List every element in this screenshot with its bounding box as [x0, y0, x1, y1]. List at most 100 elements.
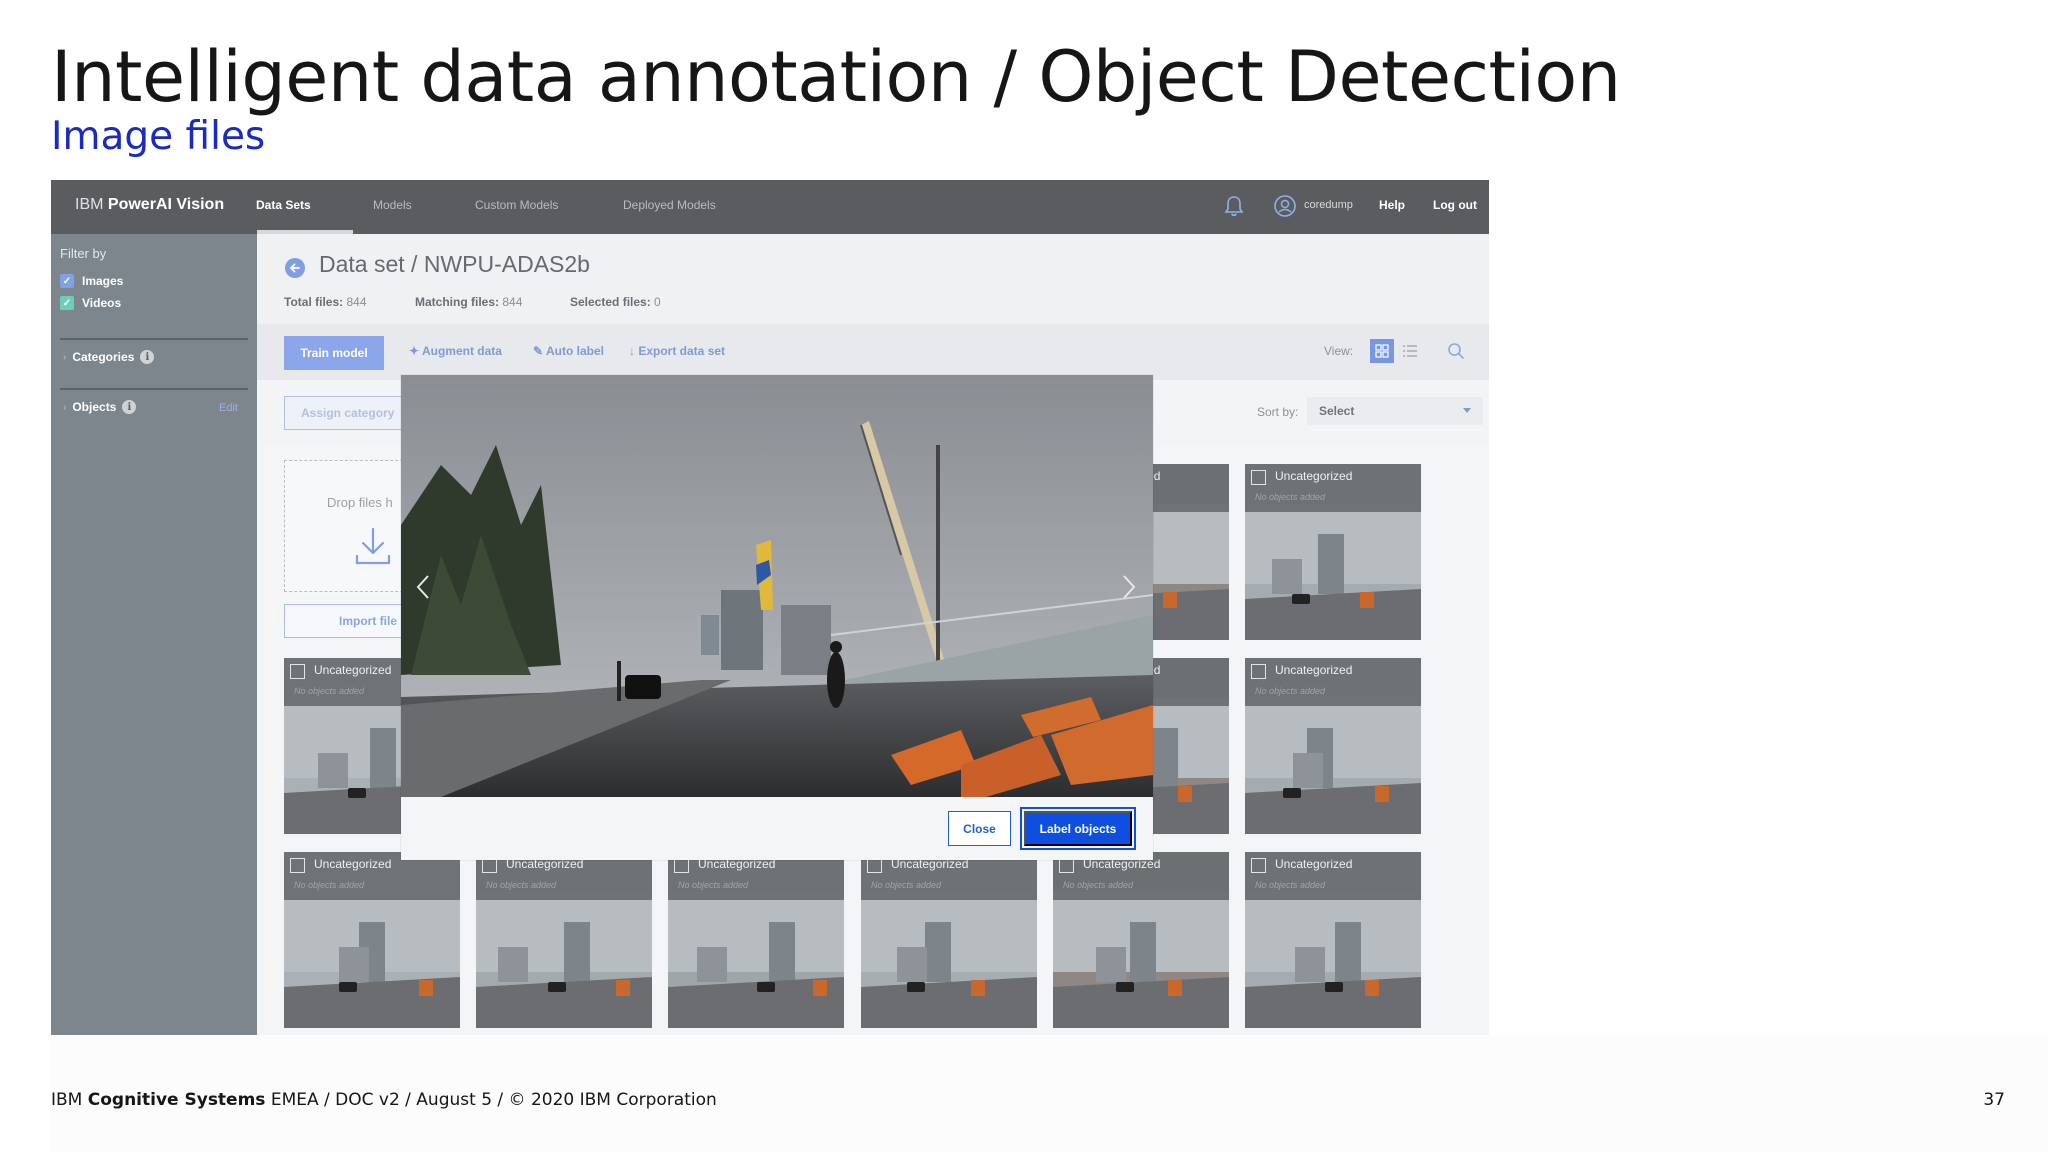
- list-view-icon[interactable]: [1398, 339, 1422, 363]
- view-label: View:: [1324, 344, 1354, 358]
- previous-image-arrow-icon[interactable]: [414, 573, 432, 601]
- sidebar-divider: [60, 388, 248, 390]
- assign-category-button[interactable]: Assign category: [284, 396, 402, 430]
- thumbnail-checkbox[interactable]: [482, 858, 497, 873]
- sort-by-select[interactable]: Select: [1307, 397, 1483, 425]
- augment-data-button[interactable]: ✦ Augment data: [409, 344, 502, 358]
- thumbnail-category: Uncategorized: [1275, 663, 1353, 677]
- matching-files: Matching files: 844: [415, 295, 522, 309]
- drop-files-text: Drop files h: [327, 495, 393, 510]
- thumbnail-objects-status: No objects added: [1255, 492, 1326, 502]
- username[interactable]: coredump: [1304, 199, 1353, 211]
- tab-data-sets[interactable]: Data Sets: [256, 198, 311, 212]
- thumbnail-card[interactable]: UncategorizedNo objects added: [1245, 658, 1421, 834]
- thumbnail-checkbox[interactable]: [290, 858, 305, 873]
- total-files-label: Total files:: [284, 295, 344, 309]
- bell-icon[interactable]: [1223, 194, 1245, 218]
- sidebar-divider: [60, 338, 248, 340]
- thumbnail-card[interactable]: UncategorizedNo objects added: [476, 852, 652, 1028]
- label-objects-button[interactable]: Label objects: [1020, 807, 1136, 850]
- sparkle-icon: ✦: [409, 344, 422, 358]
- selected-files-value: 0: [654, 295, 661, 309]
- total-files-value: 844: [346, 295, 367, 309]
- objects-section[interactable]: › Objects i: [63, 400, 137, 414]
- thumbnail-objects-status: No objects added: [871, 880, 942, 890]
- footer-brand: IBM: [51, 1090, 83, 1110]
- filter-images[interactable]: ✓ Images: [60, 274, 123, 288]
- export-data-set-button[interactable]: ↓ Export data set: [629, 344, 725, 358]
- thumbnail-category: Uncategorized: [314, 663, 392, 677]
- thumbnail-checkbox[interactable]: [290, 664, 305, 679]
- matching-files-value: 844: [502, 295, 523, 309]
- thumbnail-objects-status: No objects added: [678, 880, 749, 890]
- pencil-icon: ✎: [533, 344, 546, 358]
- filter-videos[interactable]: ✓ Videos: [60, 296, 121, 310]
- slide-subtitle: Image files: [51, 114, 266, 159]
- thumbnail-card[interactable]: UncategorizedNo objects added: [1245, 852, 1421, 1028]
- footer-brand-bold: Cognitive Systems: [87, 1090, 266, 1110]
- auto-label-button[interactable]: ✎ Auto label: [533, 344, 604, 358]
- thumbnail-objects-status: No objects added: [1063, 880, 1134, 890]
- thumbnail-checkbox[interactable]: [1251, 664, 1266, 679]
- thumbnail-checkbox[interactable]: [674, 858, 689, 873]
- info-icon[interactable]: i: [140, 350, 155, 364]
- checkbox-checked-icon[interactable]: ✓: [60, 274, 74, 288]
- export-label: Export data set: [638, 344, 726, 358]
- thumbnail-header: Uncategorized No objects added: [1245, 852, 1421, 900]
- preview-image: [401, 375, 1153, 797]
- thumbnail-checkbox[interactable]: [1251, 858, 1266, 873]
- logout-link[interactable]: Log out: [1433, 198, 1477, 212]
- chevron-right-icon: ›: [63, 401, 67, 413]
- brand-prefix: IBM: [75, 196, 104, 213]
- checkbox-checked-icon[interactable]: ✓: [60, 296, 74, 310]
- thumbnail-header: Uncategorized No objects added: [1245, 464, 1421, 512]
- thumbnail-card[interactable]: UncategorizedNo objects added: [1053, 852, 1229, 1028]
- chevron-right-icon: ›: [63, 351, 67, 363]
- thumbnail-checkbox[interactable]: [1251, 470, 1266, 485]
- slide-footer: IBM Cognitive Systems EMEA / DOC v2 / Au…: [51, 1090, 717, 1110]
- sort-by-value: Select: [1319, 404, 1355, 418]
- thumbnail-card[interactable]: UncategorizedNo objects added: [668, 852, 844, 1028]
- dataset-toolbar: Train model ✦ Augment data ✎ Auto label …: [257, 324, 1489, 380]
- user-avatar-icon[interactable]: [1273, 194, 1297, 218]
- thumbnail-card[interactable]: UncategorizedNo objects added: [861, 852, 1037, 1028]
- sort-by-label: Sort by:: [1257, 405, 1299, 419]
- info-icon[interactable]: i: [122, 400, 137, 414]
- objects-label: Objects: [72, 400, 117, 414]
- edit-objects-link[interactable]: Edit: [219, 402, 238, 414]
- thumbnail-category: Uncategorized: [1275, 857, 1353, 871]
- download-tray-icon: [355, 527, 391, 565]
- slide-title: Intelligent data annotation / Object Det…: [51, 36, 1621, 118]
- categories-section[interactable]: › Categories i: [63, 350, 155, 364]
- thumbnail-header: Uncategorized No objects added: [1245, 658, 1421, 706]
- back-arrow-icon[interactable]: [284, 257, 306, 279]
- tab-deployed-models[interactable]: Deployed Models: [623, 198, 716, 212]
- filter-sidebar: Filter by ✓ Images ✓ Videos › Categories…: [51, 234, 257, 1035]
- next-image-arrow-icon[interactable]: [1120, 573, 1138, 601]
- search-icon[interactable]: [1447, 342, 1465, 360]
- tab-models[interactable]: Models: [373, 198, 412, 212]
- categories-label: Categories: [72, 350, 135, 364]
- help-link[interactable]: Help: [1379, 198, 1405, 212]
- app-brand[interactable]: IBM PowerAI Vision: [75, 196, 224, 214]
- tab-custom-models[interactable]: Custom Models: [475, 198, 558, 212]
- auto-label-label: Auto label: [545, 344, 604, 358]
- augment-data-label: Augment data: [421, 344, 502, 358]
- grid-view-icon[interactable]: [1370, 339, 1394, 363]
- thumbnail-checkbox[interactable]: [867, 858, 882, 873]
- thumbnail-checkbox[interactable]: [1059, 858, 1074, 873]
- thumbnail-card[interactable]: UncategorizedNo objects added: [1245, 464, 1421, 640]
- thumbnail-objects-status: No objects added: [294, 880, 365, 890]
- train-model-button[interactable]: Train model: [284, 336, 384, 370]
- selected-files: Selected files: 0: [570, 295, 661, 309]
- close-button[interactable]: Close: [948, 811, 1011, 846]
- filter-images-label: Images: [82, 274, 124, 288]
- total-files: Total files: 844: [284, 295, 367, 309]
- filter-videos-label: Videos: [82, 296, 122, 310]
- page-number: 37: [1983, 1090, 2005, 1110]
- filter-by-label: Filter by: [60, 246, 107, 261]
- footer-details: EMEA / DOC v2 / August 5 / © 2020 IBM Co…: [265, 1090, 717, 1110]
- thumbnail-card[interactable]: UncategorizedNo objects added: [284, 852, 460, 1028]
- dataset-header: Data set / NWPU-ADAS2b Total files: 844 …: [257, 234, 1489, 324]
- chevron-down-icon: [1463, 408, 1471, 413]
